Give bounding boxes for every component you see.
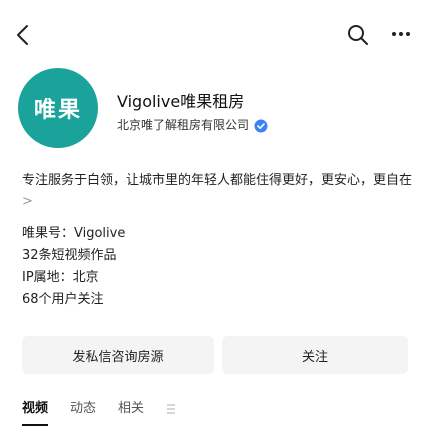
- profile-name: Vigolive唯果租房: [117, 92, 245, 111]
- tab-related-label: 相关: [118, 401, 145, 416]
- content-tabs: 视频 动态 相关: [22, 398, 176, 430]
- works-count: 32条短视频作品: [22, 248, 117, 263]
- back-arrow-icon[interactable]: [12, 22, 36, 48]
- message-button[interactable]: 发私信咨询房源: [22, 336, 214, 374]
- verification-row: 北京唯了解租房有限公司: [117, 116, 268, 133]
- more-dots-icon[interactable]: [389, 26, 413, 42]
- followers-count: 68个用户关注: [22, 292, 104, 307]
- tab-videos-label: 视频: [22, 401, 49, 416]
- search-icon[interactable]: [346, 22, 370, 48]
- tab-menu-icon[interactable]: [166, 398, 176, 426]
- avatar[interactable]: 唯果: [18, 68, 98, 148]
- verification-text: 北京唯了解租房有限公司: [117, 118, 250, 132]
- ip-location: IP属地：北京: [22, 270, 99, 285]
- account-id: 唯果号：Vigolive: [22, 226, 126, 241]
- top-bar: [0, 0, 430, 70]
- tab-related[interactable]: 相关: [118, 398, 144, 426]
- tab-videos[interactable]: 视频: [22, 398, 49, 426]
- profile-description: 专注服务于白领，让城市里的年轻人都能住得更好，更安心，更自在: [22, 173, 413, 188]
- tab-updates-label: 动态: [70, 401, 97, 416]
- expand-description-icon[interactable]: >: [22, 194, 33, 209]
- tab-updates[interactable]: 动态: [70, 398, 96, 426]
- avatar-text: 唯果: [33, 98, 82, 123]
- follow-button-label: 关注: [301, 349, 328, 365]
- follow-button[interactable]: 关注: [222, 336, 408, 374]
- message-button-label: 发私信咨询房源: [72, 349, 164, 365]
- verified-badge-icon: [254, 118, 268, 132]
